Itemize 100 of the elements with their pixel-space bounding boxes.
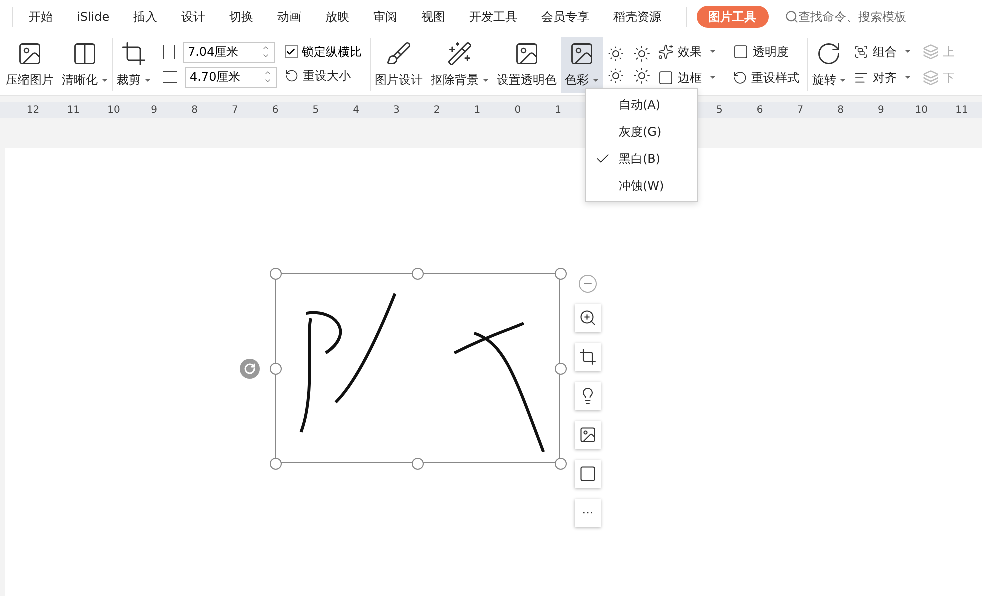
caret-icon (710, 76, 716, 79)
ribbon-tab[interactable]: 切换 (230, 8, 254, 26)
spin-box[interactable]: 4.70厘米 (184, 66, 277, 88)
ruler-number: 8 (836, 104, 846, 118)
menu-item[interactable]: 自动(A) (586, 91, 697, 118)
rotate-icon (816, 40, 842, 66)
ruler-number: 2 (432, 104, 442, 118)
reset-icon (284, 68, 299, 82)
ruler-number: 7 (796, 104, 805, 118)
group-icon (854, 44, 870, 60)
caret-icon (482, 78, 489, 82)
ruler-number: 3 (392, 104, 401, 118)
ribbon-tab[interactable]: 视图 (422, 8, 446, 26)
resize-handle[interactable] (412, 268, 424, 280)
down-icon[interactable] (264, 77, 272, 85)
width-field[interactable]: 4.70厘米 (190, 68, 260, 86)
ruler-number: 7 (230, 104, 240, 118)
resize-handle[interactable] (270, 363, 282, 375)
ribbon-tab[interactable]: 插入 (134, 8, 158, 26)
ruler-number: 9 (877, 104, 886, 118)
resize-handle[interactable] (555, 268, 567, 280)
ruler-number: 8 (190, 104, 199, 118)
ribbon-tab[interactable]: 设计 (182, 8, 206, 26)
caret-icon (710, 50, 716, 53)
resize-handle[interactable] (270, 458, 282, 470)
ruler-number: 1 (554, 104, 562, 118)
search-icon (784, 10, 799, 24)
wand-icon (446, 40, 473, 66)
check-icon (286, 46, 296, 56)
spin-box[interactable]: 7.04厘米 (182, 42, 275, 62)
crop-icon (120, 40, 147, 66)
ribbon-tab[interactable]: 放映 (326, 8, 350, 26)
height-field[interactable]: 7.04厘米 (188, 43, 258, 61)
sparkle-icon (658, 44, 674, 60)
zoom-in-icon[interactable] (575, 304, 601, 332)
resize-handle[interactable] (270, 268, 282, 280)
effects-button[interactable]: 效果 (658, 40, 725, 62)
caret-icon (905, 50, 912, 53)
align-button[interactable]: 对齐 (854, 66, 912, 88)
ruler-number: 10 (914, 104, 929, 118)
remove-background-button[interactable]: 抠除背景 (426, 36, 493, 92)
ribbon-tab[interactable]: 开始 (29, 8, 53, 26)
menu-item[interactable]: 冲蚀(W) (586, 172, 697, 199)
compress-button[interactable]: 压缩图片 (2, 36, 58, 92)
ruler-number: 11 (66, 104, 81, 118)
height-icon (162, 45, 175, 59)
caret-icon (592, 78, 599, 82)
brush-icon (386, 40, 412, 66)
resize-handle[interactable] (555, 363, 567, 375)
rotate-button[interactable]: 旋转 (808, 36, 850, 92)
down-icon[interactable] (262, 52, 270, 60)
more-button[interactable]: ··· (575, 499, 601, 527)
ruler-number: 5 (715, 104, 724, 118)
ribbon-tab[interactable]: 开发工具 (470, 8, 518, 26)
brightness-up-icon (606, 66, 625, 84)
up-icon[interactable] (264, 69, 272, 77)
ribbon-tab[interactable]: 会员专享 (542, 8, 590, 26)
reset-icon (732, 70, 748, 86)
search-field[interactable]: 查找命令、搜索模板 (784, 8, 929, 26)
ruler-number: 10 (106, 104, 122, 118)
crop-button[interactable]: 裁剪 (112, 36, 155, 92)
set-transparent-color-button[interactable]: 设置透明色 (492, 36, 561, 92)
resize-handle[interactable] (555, 458, 567, 470)
ruler-number: 12 (26, 104, 41, 118)
color-button[interactable]: 色彩 (560, 36, 603, 92)
ribbon-tab[interactable]: 动画 (278, 8, 302, 26)
width-icon (162, 71, 177, 83)
up-icon[interactable] (262, 44, 270, 52)
layers-icon (923, 44, 940, 60)
ribbon-tab[interactable]: iSlide (77, 8, 110, 26)
split-square-icon (72, 40, 98, 66)
group-button[interactable]: 组合 (854, 40, 912, 62)
layers-icon (923, 70, 940, 86)
ruler-number: 6 (271, 104, 280, 118)
caret-icon (102, 78, 108, 82)
transparency-button[interactable]: 透明度 (732, 40, 800, 62)
lightbulb-icon[interactable] (575, 382, 601, 410)
caret-icon (905, 76, 912, 79)
ribbon-tab[interactable]: 审阅 (374, 8, 398, 26)
rotate-handle[interactable] (240, 359, 260, 379)
lock-ratio-checkbox[interactable]: 锁定纵横比 (284, 42, 362, 60)
frame-icon (658, 70, 674, 86)
ruler-number: 9 (150, 104, 159, 118)
ruler-number: 11 (954, 104, 970, 118)
ribbon-tab[interactable]: 稻壳资源 (614, 8, 662, 26)
resize-handle[interactable] (412, 458, 424, 470)
menu-item[interactable]: 黑白(B) (586, 145, 697, 172)
crop-icon[interactable] (575, 343, 601, 371)
menu-item[interactable]: 灰度(G) (586, 118, 697, 145)
caret-icon (144, 78, 151, 82)
ruler-number: 5 (312, 104, 320, 118)
ruler-number: 0 (514, 104, 522, 118)
caret-icon (840, 78, 846, 82)
collapse-icon[interactable] (579, 275, 597, 293)
picture-design-button[interactable]: 图片设计 (370, 36, 427, 92)
ruler-number: 4 (352, 104, 360, 118)
sharpen-button[interactable]: 清晰化 (58, 36, 112, 92)
image-icon (17, 40, 43, 66)
reset-style-button[interactable]: 重设样式 (732, 66, 800, 88)
reset-size-button[interactable]: 重设大小 (284, 64, 362, 86)
